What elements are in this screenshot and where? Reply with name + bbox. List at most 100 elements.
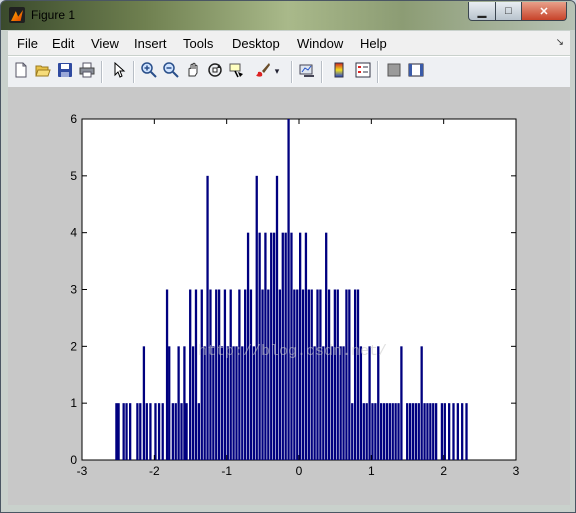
histogram-chart[interactable]: -3 -2 -1 0 1 2 3 0 1 2 3 4 5 6 [8,87,570,505]
menubar-dock-icon[interactable]: ↘ [556,37,564,48]
histogram-bar [301,289,305,460]
rotate-3d-icon[interactable] [206,62,224,80]
histogram-bar [293,289,296,460]
y-tick-label: 0 [70,453,77,467]
open-file-icon[interactable] [34,62,52,80]
histogram-bar [161,403,164,460]
histogram-bar [391,403,394,460]
x-tick-label: -1 [221,464,232,478]
histogram-bar [157,403,161,460]
histogram-bar [229,289,232,460]
histogram-bar [417,403,420,460]
toolbar-separator [377,61,379,83]
histogram-bar [423,403,426,460]
toolbar-separator [291,61,293,83]
zoom-out-icon[interactable] [162,62,180,80]
histogram-bar [406,403,409,460]
histogram-bar [327,289,331,460]
menu-window[interactable]: Window [297,36,343,51]
histogram-bar [385,403,389,460]
link-plot-icon[interactable] [298,62,316,80]
close-button[interactable]: ✕ [521,2,567,21]
pan-icon[interactable] [184,62,202,80]
histogram-bar [316,289,319,460]
figure-canvas: -3 -2 -1 0 1 2 3 0 1 2 3 4 5 6 http://blog.csdn.net/ [8,87,570,505]
histogram-bar [142,346,146,460]
histogram-bar [368,346,371,460]
histogram-bar [356,289,360,460]
minimize-button[interactable]: ▁ [468,2,496,21]
pointer-icon[interactable] [110,61,128,80]
histogram-bar [382,403,386,460]
histogram-bar [122,403,125,460]
histogram-bar [267,289,270,460]
histogram-bar [371,403,374,460]
histogram-bar [330,346,334,460]
dropdown-arrow-icon[interactable]: ▾ [272,62,282,80]
save-icon[interactable] [56,62,74,80]
histogram-bar [209,289,212,460]
histogram-bar [374,403,377,460]
histogram-bar [452,403,455,460]
histogram-bar [461,403,464,460]
maximize-button[interactable]: □ [495,2,522,21]
histogram-bar [191,346,195,460]
print-icon[interactable] [78,62,96,80]
histogram-bar [223,289,227,460]
histogram-bar [429,403,432,460]
histogram-bar [426,403,429,460]
y-tick-label: 3 [70,283,77,297]
menu-help[interactable]: Help [360,36,387,51]
histogram-bar [154,403,157,460]
histogram-bar [443,403,446,460]
histogram-bar [336,289,339,460]
brush-icon[interactable] [254,62,272,80]
menu-view[interactable]: View [91,36,119,51]
menu-insert[interactable]: Insert [134,36,167,51]
histogram-bar [125,403,128,460]
histogram-bar [189,289,192,460]
figure-toolbar: ▾ [8,56,570,88]
colorbar-icon[interactable] [330,62,348,80]
histogram-bar [185,403,188,460]
histogram-bar [394,403,397,460]
histogram-bar [448,403,451,460]
legend-icon[interactable] [354,62,372,80]
histogram-bar [408,403,412,460]
new-figure-icon[interactable] [12,62,30,80]
histogram-bar [232,346,235,460]
menu-tools[interactable]: Tools [183,36,213,51]
figure-window: Figure 1 ▁ □ ✕ File Edit View Insert Too… [0,0,576,513]
menu-desktop[interactable]: Desktop [232,36,280,51]
show-plot-tools-icon[interactable] [407,62,425,80]
histogram-bar [212,346,215,460]
toolbar-separator [321,61,323,83]
histogram-bar [345,289,348,460]
menu-edit[interactable]: Edit [52,36,74,51]
histogram-bar [261,289,264,460]
matlab-icon [9,7,25,23]
histogram-bar [220,346,224,460]
y-tick-label: 6 [70,112,77,126]
hide-plot-tools-icon[interactable] [385,62,403,80]
title-bar[interactable]: Figure 1 ▁ □ ✕ [1,1,575,30]
toolbar-separator [101,61,103,83]
histogram-bar [194,289,198,460]
menu-file[interactable]: File [17,36,38,51]
histogram-bar [180,403,183,460]
histogram-bar [278,289,282,460]
histogram-bar [174,403,177,460]
zoom-in-icon[interactable] [140,62,158,80]
x-tick-label: 1 [368,464,375,478]
histogram-bar [307,289,310,460]
histogram-bar [465,403,468,460]
window-title: Figure 1 [31,8,76,22]
histogram-bar [252,346,255,460]
histogram-bar [197,403,201,460]
y-tick-label: 1 [70,396,77,410]
x-tick-label: 2 [440,464,447,478]
histogram-bar [333,289,337,460]
histogram-bar [226,346,229,460]
data-cursor-icon[interactable] [228,62,246,80]
histogram-bar [168,346,171,460]
